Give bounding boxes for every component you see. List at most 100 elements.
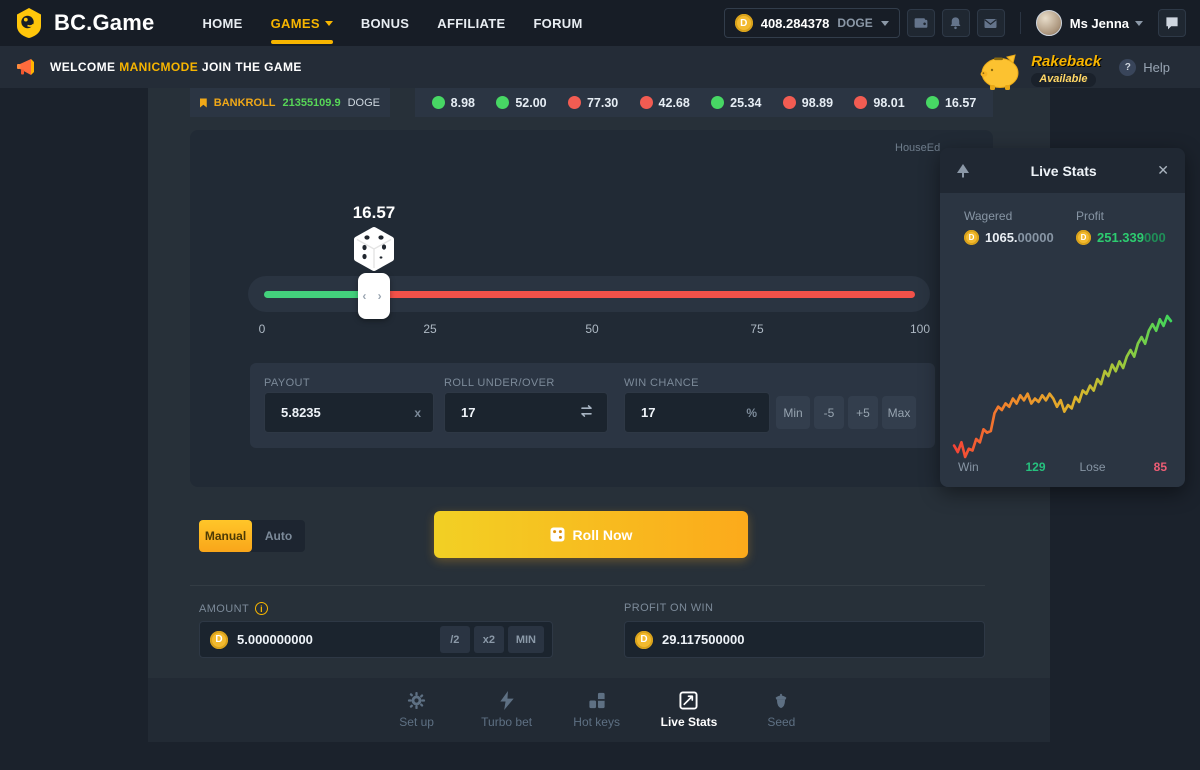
roll-result[interactable]: 98.01	[854, 96, 904, 110]
house-edge-text: HouseEd	[895, 142, 940, 154]
doge-coin-icon: D	[635, 631, 653, 649]
menu-item-bonus[interactable]: BONUS	[361, 0, 409, 46]
dice-icon	[550, 527, 565, 542]
menu-item-forum[interactable]: FORUM	[533, 0, 582, 46]
section-divider	[190, 585, 985, 586]
profit-on-win-display: D 29.117500000	[624, 621, 985, 658]
pin-icon[interactable]	[956, 163, 970, 179]
chat-button[interactable]	[1158, 9, 1186, 37]
bankroll-label: BANKROLL	[214, 97, 276, 109]
profit-label: PROFIT ON WIN	[624, 602, 713, 614]
doge-coin-icon: D	[964, 230, 979, 245]
percent-suffix: %	[746, 406, 757, 420]
scale-label-0: 0	[259, 322, 266, 336]
help-button[interactable]: ? Help	[1119, 59, 1170, 76]
profit-decimals: 000	[1144, 230, 1166, 245]
nav-right: D 408.284378 DOGE	[724, 8, 1186, 38]
roll-dot	[926, 96, 939, 109]
roll-result[interactable]: 16.57	[926, 96, 976, 110]
scale-label-100: 100	[910, 322, 930, 336]
brand-logo[interactable]: BC.Game	[14, 7, 154, 39]
wagered-label: Wagered	[964, 209, 1054, 223]
wallet-button[interactable]	[907, 9, 935, 37]
avatar	[1036, 10, 1062, 36]
piggy-bank-icon	[977, 49, 1025, 91]
roll-dot	[854, 96, 867, 109]
amount-label: AMOUNT	[199, 603, 249, 615]
roll-result[interactable]: 98.89	[783, 96, 833, 110]
scale-label-75: 75	[750, 322, 763, 336]
roll-result[interactable]: 77.30	[568, 96, 618, 110]
roll-result[interactable]: 52.00	[496, 96, 546, 110]
manual-mode-button[interactable]: Manual	[199, 520, 252, 552]
chevron-down-icon	[881, 21, 889, 26]
roll-result[interactable]: 42.68	[640, 96, 690, 110]
roll-result[interactable]: 25.34	[711, 96, 761, 110]
seed-tool[interactable]: Seed	[755, 691, 807, 729]
amount-input[interactable]: D 5.000000000 /2 x2 MIN	[199, 621, 553, 658]
payout-value: 5.8235	[281, 405, 321, 420]
lose-label: Lose	[1080, 460, 1106, 474]
win-chance-input[interactable]: 17 %	[624, 392, 770, 433]
tool-label: Turbo bet	[481, 715, 532, 729]
roll-result[interactable]: 8.98	[432, 96, 475, 110]
notifications-button[interactable]	[942, 9, 970, 37]
user-menu[interactable]: Ms Jenna	[1036, 10, 1143, 36]
lose-count: 85	[1154, 460, 1167, 474]
swap-icon[interactable]	[579, 403, 595, 422]
live-stats-tool[interactable]: Live Stats	[661, 691, 718, 729]
max-chance-button[interactable]: Max	[882, 396, 916, 429]
welcome-banner: WELCOME MANICMODE JOIN THE GAME Rakeback	[0, 46, 1200, 88]
menu-item-home[interactable]: HOME	[202, 0, 242, 46]
payout-input[interactable]: 5.8235 x	[264, 392, 434, 433]
roll-now-label: Roll Now	[573, 527, 633, 543]
auto-mode-button[interactable]: Auto	[252, 520, 305, 552]
rakeback-title: Rakeback	[1031, 53, 1101, 70]
chevron-down-icon	[1135, 21, 1143, 26]
balance-currency: DOGE	[837, 16, 872, 30]
dice-icon	[351, 226, 397, 281]
bankroll-bar: BANKROLL 21355109.9 DOGE	[190, 88, 390, 117]
turbo-bet-tool[interactable]: Turbo bet	[481, 691, 533, 729]
live-stats-body: Wagered D 1065.00000 Profit D 251.339000…	[940, 193, 1185, 487]
balance-selector[interactable]: D 408.284378 DOGE	[724, 8, 900, 38]
bookmark-icon	[200, 95, 207, 111]
close-icon[interactable]: ✕	[1157, 162, 1169, 179]
doge-coin-icon: D	[210, 631, 228, 649]
live-stats-title: Live Stats	[970, 163, 1157, 179]
live-stats-header: Live Stats ✕	[940, 148, 1185, 193]
scale-label-25: 25	[423, 322, 436, 336]
roll-under-over-label: ROLL UNDER/OVER	[444, 377, 555, 389]
half-amount-button[interactable]: /2	[440, 626, 470, 653]
nav-divider	[1020, 12, 1021, 34]
menu-item-games[interactable]: GAMES	[271, 0, 333, 46]
roll-dot	[640, 96, 653, 109]
min-amount-button[interactable]: MIN	[508, 626, 544, 653]
min-chance-button[interactable]: Min	[776, 396, 810, 429]
profit-line-chart	[950, 301, 1175, 479]
slider-red-segment	[372, 291, 915, 298]
rakeback-promo[interactable]: Rakeback Available	[977, 49, 1101, 91]
hotkeys-icon	[587, 691, 607, 710]
info-icon[interactable]: i	[255, 602, 268, 615]
lightning-icon	[499, 691, 515, 710]
roll-now-button[interactable]: Roll Now	[434, 511, 748, 558]
setup-tool[interactable]: Set up	[391, 691, 443, 729]
gear-icon	[407, 691, 426, 710]
game-toolbar: Set up Turbo bet Hot keys Live Stats	[148, 678, 1050, 742]
doge-coin-icon: D	[1076, 230, 1091, 245]
minus-5-button[interactable]: -5	[814, 396, 844, 429]
menu-item-affiliate[interactable]: AFFILIATE	[437, 0, 505, 46]
double-amount-button[interactable]: x2	[474, 626, 504, 653]
plus-5-button[interactable]: +5	[848, 396, 878, 429]
roll-dot	[783, 96, 796, 109]
megaphone-icon	[16, 57, 38, 77]
roll-under-over-input[interactable]: 17	[444, 392, 608, 433]
hot-keys-tool[interactable]: Hot keys	[571, 691, 623, 729]
messages-button[interactable]	[977, 9, 1005, 37]
top-navbar: BC.Game HOME GAMES BONUS AFFILIATE FORUM…	[0, 0, 1200, 46]
win-count: 129	[1025, 460, 1045, 474]
roll-dot	[711, 96, 724, 109]
profit-main: 251.339	[1097, 230, 1144, 245]
recent-rolls-bar: 8.98 52.00 77.30 42.68 25.34 98.89 98.01…	[415, 88, 993, 117]
